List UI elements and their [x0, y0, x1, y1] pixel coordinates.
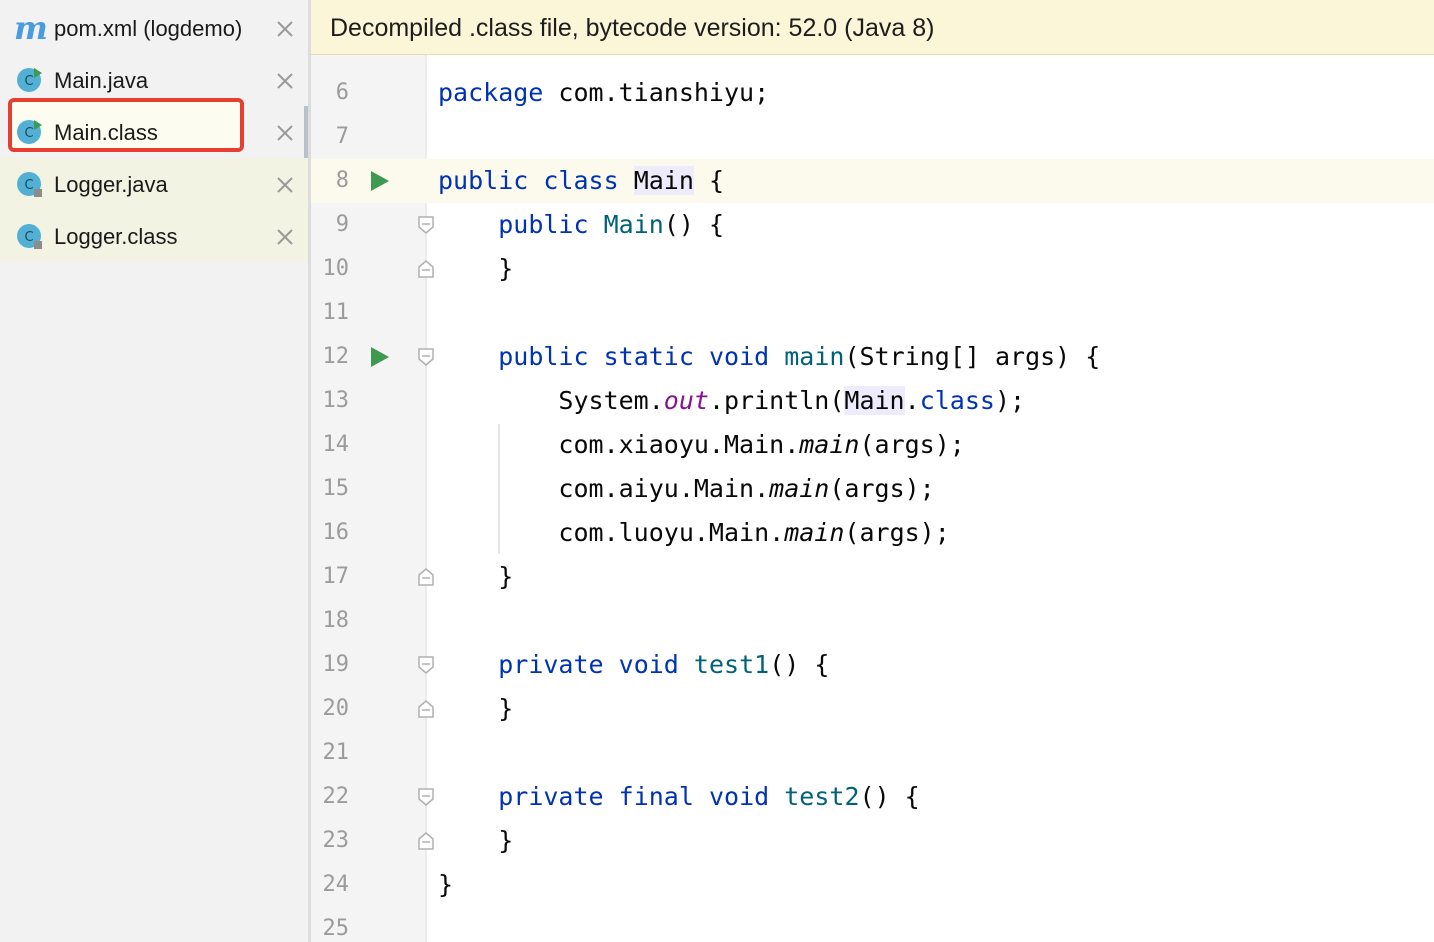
code-text: public class Main {	[438, 166, 725, 195]
line-number: 16	[322, 520, 350, 545]
code-line: 19 private void test1() {	[311, 643, 1434, 687]
line-number: 11	[322, 300, 350, 325]
fold-icon[interactable]	[417, 215, 435, 235]
line-number: 15	[322, 476, 350, 501]
code-editor[interactable]: 6 package com.tianshiyu; 7 8 public clas…	[311, 55, 1434, 942]
code-text: private void test1() {	[498, 650, 830, 679]
code-line: 22 private final void test2() {	[311, 775, 1434, 819]
code-line: 18	[311, 599, 1434, 643]
code-line: 21	[311, 731, 1434, 775]
tab-pom-xml[interactable]: m pom.xml (logdemo)	[0, 2, 308, 54]
code-line: 25	[311, 907, 1434, 942]
line-number: 13	[322, 388, 350, 413]
fold-icon[interactable]	[417, 699, 435, 719]
code-text: private final void test2() {	[498, 782, 920, 811]
code-text: }	[498, 254, 514, 283]
code-line: 20 }	[311, 687, 1434, 731]
fold-icon[interactable]	[417, 655, 435, 675]
code-text: com.xiaoyu.Main.main(args);	[558, 430, 965, 459]
code-text: package com.tianshiyu;	[438, 78, 770, 107]
tab-label: Logger.java	[54, 172, 168, 197]
java-class-runnable-icon: C	[17, 120, 42, 144]
line-number: 24	[322, 872, 350, 897]
maven-icon: m	[14, 9, 48, 47]
code-line: 15 com.aiyu.Main.main(args);	[311, 467, 1434, 511]
svg-text:C: C	[24, 74, 33, 89]
code-text: }	[498, 826, 514, 855]
close-icon[interactable]	[274, 18, 296, 40]
code-text: com.aiyu.Main.main(args);	[558, 474, 935, 503]
line-number: 10	[322, 256, 350, 281]
code-line: 14 com.xiaoyu.Main.main(args);	[311, 423, 1434, 467]
line-number: 18	[322, 608, 350, 633]
tab-logger-class[interactable]: C Logger.class	[0, 210, 308, 262]
code-line: 6 package com.tianshiyu;	[311, 71, 1434, 115]
line-number: 12	[322, 344, 350, 369]
code-line: 7	[311, 115, 1434, 159]
code-line: 13 System.out.println(Main.class);	[311, 379, 1434, 423]
close-icon[interactable]	[274, 122, 296, 144]
close-icon[interactable]	[274, 226, 296, 248]
line-number: 7	[335, 124, 349, 149]
code-text: com.luoyu.Main.main(args);	[558, 518, 950, 547]
svg-text:C: C	[24, 126, 33, 141]
code-text: public Main() {	[498, 210, 725, 239]
svg-text:C: C	[24, 230, 33, 245]
fold-icon[interactable]	[417, 567, 435, 587]
code-line: 17 }	[311, 555, 1434, 599]
fold-icon[interactable]	[417, 831, 435, 851]
code-line: 11	[311, 291, 1434, 335]
code-text: public static void main(String[] args) {	[498, 342, 1101, 371]
line-number: 22	[322, 784, 350, 809]
line-number: 8	[335, 168, 349, 193]
close-icon[interactable]	[274, 174, 296, 196]
run-icon[interactable]	[369, 169, 391, 193]
close-icon[interactable]	[274, 70, 296, 92]
code-line: 9 public Main() {	[311, 203, 1434, 247]
decompiled-banner: Decompiled .class file, bytecode version…	[311, 0, 1434, 55]
code-line: 16 com.luoyu.Main.main(args);	[311, 511, 1434, 555]
run-icon[interactable]	[369, 345, 391, 369]
fold-icon[interactable]	[417, 259, 435, 279]
code-line: 23 }	[311, 819, 1434, 863]
line-number: 21	[322, 740, 350, 765]
java-class-icon: C	[17, 224, 42, 249]
tab-logger-java[interactable]: C Logger.java	[0, 158, 308, 210]
editor-tabs-panel: m pom.xml (logdemo) C Main.java C Main.c…	[0, 0, 308, 942]
line-number: 9	[335, 212, 349, 237]
code-line: 8 public class Main {	[311, 159, 1434, 203]
line-number: 25	[322, 916, 350, 941]
code-line: 24 }	[311, 863, 1434, 907]
code-text: }	[438, 870, 454, 899]
fold-icon[interactable]	[417, 347, 435, 367]
svg-text:C: C	[24, 178, 33, 193]
java-class-icon: C	[17, 172, 42, 197]
code-line: 10 }	[311, 247, 1434, 291]
line-number: 23	[322, 828, 350, 853]
tab-main-class[interactable]: C Main.class	[0, 98, 308, 158]
java-class-runnable-icon: C	[17, 68, 42, 92]
code-text: }	[498, 562, 514, 591]
line-number: 6	[335, 80, 349, 105]
line-number: 14	[322, 432, 350, 457]
line-number: 20	[322, 696, 350, 721]
tab-label: pom.xml (logdemo)	[54, 16, 243, 41]
code-text: }	[498, 694, 514, 723]
fold-icon[interactable]	[417, 787, 435, 807]
tab-label: Logger.class	[54, 224, 178, 249]
code-line: 12 public static void main(String[] args…	[311, 335, 1434, 379]
banner-text: Decompiled .class file, bytecode version…	[330, 14, 935, 42]
tab-label: Main.class	[54, 120, 158, 145]
line-number: 19	[322, 652, 350, 677]
code-text: System.out.println(Main.class);	[558, 386, 1026, 415]
line-number: 17	[322, 564, 350, 589]
